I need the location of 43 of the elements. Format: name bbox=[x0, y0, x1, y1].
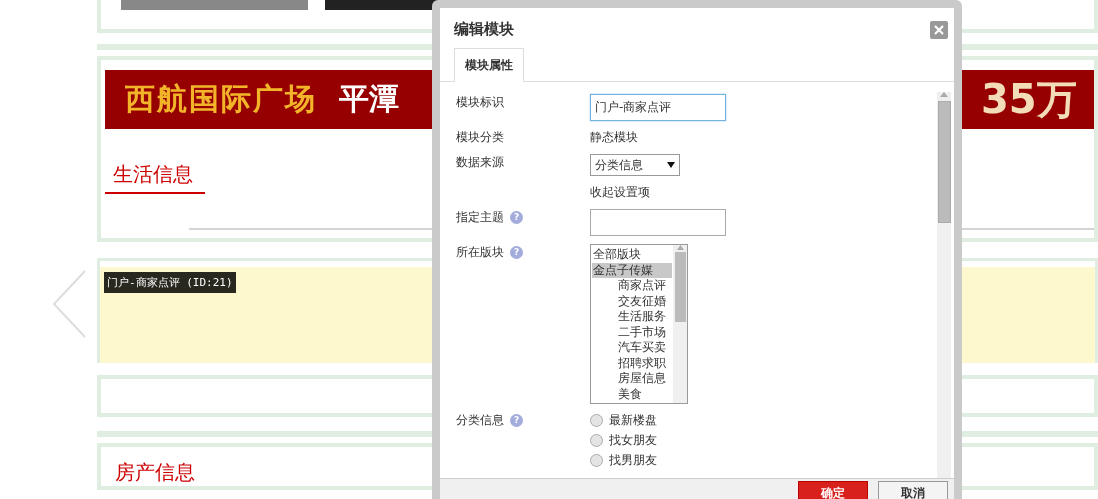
arrow-up-icon bbox=[676, 245, 684, 250]
dialog-title: 编辑模块 bbox=[454, 20, 514, 39]
input-field[interactable]: 门户-商家点评 bbox=[590, 94, 726, 121]
radio-option[interactable]: 最新楼盘 bbox=[590, 412, 657, 429]
list-option[interactable]: 商家点评 bbox=[592, 278, 672, 294]
radio-option[interactable]: 找女朋友 bbox=[590, 432, 657, 449]
list-option[interactable]: 房屋信息 bbox=[592, 371, 672, 387]
list-option[interactable]: 全部版块 bbox=[592, 247, 672, 263]
section-title: 房产信息 bbox=[114, 459, 196, 486]
list-option[interactable]: 生活服务 bbox=[592, 309, 672, 325]
field-label: 指定主题 bbox=[456, 209, 504, 226]
list-box[interactable]: 全部版块 金点子传媒 商家点评 交友征婚 生活服务 二手市场 汽车买卖 招聘求职 房屋信息 美食 bbox=[590, 244, 688, 404]
list-option[interactable]: 招聘求职 bbox=[592, 355, 672, 371]
list-option[interactable]: 美食 bbox=[592, 386, 672, 402]
field-value: 静态模块 bbox=[590, 129, 638, 146]
scrollbar[interactable] bbox=[673, 245, 687, 403]
list-option[interactable]: 汽车买卖 bbox=[592, 340, 672, 356]
dropdown[interactable]: 分类信息 bbox=[590, 154, 680, 176]
confirm-button[interactable]: 确定 bbox=[798, 481, 868, 499]
field-label: 模块标识 bbox=[456, 94, 504, 111]
banner-text: 西航国际广场 bbox=[125, 80, 317, 118]
close-icon bbox=[934, 24, 944, 35]
list-option[interactable]: 二手市场 bbox=[592, 324, 672, 340]
chevron-left-icon bbox=[52, 270, 87, 338]
field-label: 数据来源 bbox=[456, 154, 504, 171]
banner-text: 平潭 bbox=[339, 80, 399, 118]
module-label: 门户-商家点评 (ID:21) bbox=[104, 272, 236, 293]
list-option[interactable]: 金点子传媒 bbox=[592, 262, 672, 278]
field-label: 分类信息 bbox=[456, 412, 504, 429]
input-field[interactable] bbox=[590, 209, 726, 236]
field-label: 所在版块 bbox=[456, 244, 504, 261]
field-label: 模块分类 bbox=[456, 129, 504, 146]
scrollbar[interactable] bbox=[937, 92, 951, 478]
tab[interactable]: 模块属性 bbox=[454, 48, 524, 82]
caret-icon bbox=[667, 162, 675, 168]
section-title: 生活信息 bbox=[105, 129, 205, 194]
radio-option[interactable]: 找男朋友 bbox=[590, 452, 657, 469]
close-button[interactable] bbox=[930, 20, 948, 39]
arrow-up-icon bbox=[940, 92, 948, 97]
banner-text: 35万 bbox=[981, 75, 1077, 124]
cancel-button[interactable]: 取消 bbox=[878, 481, 948, 499]
collapse-link[interactable]: 收起设置项 bbox=[590, 184, 650, 201]
list-option[interactable]: 交友征婚 bbox=[592, 293, 672, 309]
